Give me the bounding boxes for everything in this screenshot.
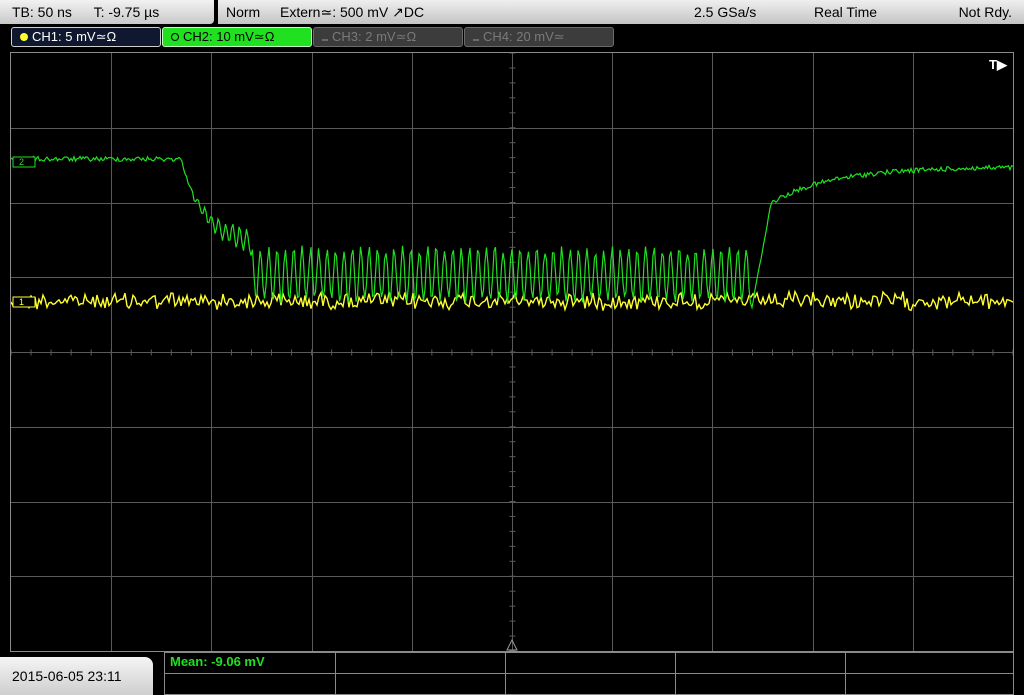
mean-measurement: Mean: -9.06 mV — [170, 654, 265, 669]
run-state: Not Rdy. — [958, 4, 1012, 20]
channel-bar: CH1: 5 mV≃Ω CH2: 10 mV≃Ω CH3: 2 mV≃Ω CH4… — [0, 26, 1024, 50]
channel-1-offset-marker: 1 — [12, 296, 36, 308]
channel-1-button[interactable]: CH1: 5 mV≃Ω — [11, 27, 161, 47]
measurement-cell[interactable] — [506, 674, 676, 695]
trigger-position-indicator: T▶ — [989, 57, 1007, 72]
waveform-display[interactable]: 1 2 T▶ — [10, 52, 1014, 652]
measurement-cell[interactable] — [676, 674, 846, 695]
measurement-cell[interactable] — [165, 674, 336, 695]
channel-2-marker-label: 2 — [19, 157, 24, 167]
date-time: 2015-06-05 23:11 — [0, 657, 153, 695]
channel-3-label: CH3: 2 mV≃Ω — [332, 29, 417, 44]
trigger-mode: Norm — [226, 4, 261, 20]
timebase-panel[interactable]: TB: 50 ns T: -9.75 µs — [0, 0, 214, 24]
acquisition-mode: Real Time — [814, 4, 878, 20]
channel-1-indicator-icon — [20, 33, 28, 41]
trigger-time-value: T: -9.75 µs — [93, 4, 160, 20]
measurement-cell[interactable] — [336, 653, 506, 673]
measurement-cell[interactable] — [506, 653, 676, 673]
measurement-panel[interactable]: Mean: -9.06 mV — [164, 652, 1014, 695]
measurement-cell[interactable] — [676, 653, 846, 673]
channel-1-marker-label: 1 — [19, 297, 24, 307]
acquisition-status-panel[interactable]: Norm Extern≃: 500 mV ↗DC 2.5 GSa/s Real … — [218, 0, 1024, 24]
channel-4-button[interactable]: CH4: 20 mV≃ — [464, 27, 614, 47]
waveform-canvas: 1 2 — [11, 53, 1013, 651]
channel-4-label: CH4: 20 mV≃ — [483, 29, 565, 44]
graticule-grid — [11, 53, 1013, 651]
timebase-value: TB: 50 ns — [12, 4, 72, 20]
channel-1-label: CH1: 5 mV≃Ω — [32, 29, 117, 44]
channel-2-indicator-icon — [171, 33, 179, 41]
channel-2-label: CH2: 10 mV≃Ω — [183, 29, 275, 44]
measurement-cell[interactable] — [336, 674, 506, 695]
measurement-row: Mean: -9.06 mV — [165, 653, 1013, 674]
measurement-row — [165, 674, 1013, 695]
channel-4-indicator-icon — [473, 39, 479, 41]
channel-2-button[interactable]: CH2: 10 mV≃Ω — [162, 27, 312, 47]
sample-rate: 2.5 GSa/s — [694, 4, 757, 20]
channel-3-button[interactable]: CH3: 2 mV≃Ω — [313, 27, 463, 47]
channel-3-indicator-icon — [322, 39, 328, 41]
channel-2-offset-marker: 2 — [12, 156, 36, 168]
top-status-bar: TB: 50 ns T: -9.75 µs Norm Extern≃: 500 … — [0, 0, 1024, 26]
trigger-source: Extern≃: 500 mV ↗DC — [280, 4, 425, 20]
measurement-cell[interactable]: Mean: -9.06 mV — [165, 653, 336, 673]
